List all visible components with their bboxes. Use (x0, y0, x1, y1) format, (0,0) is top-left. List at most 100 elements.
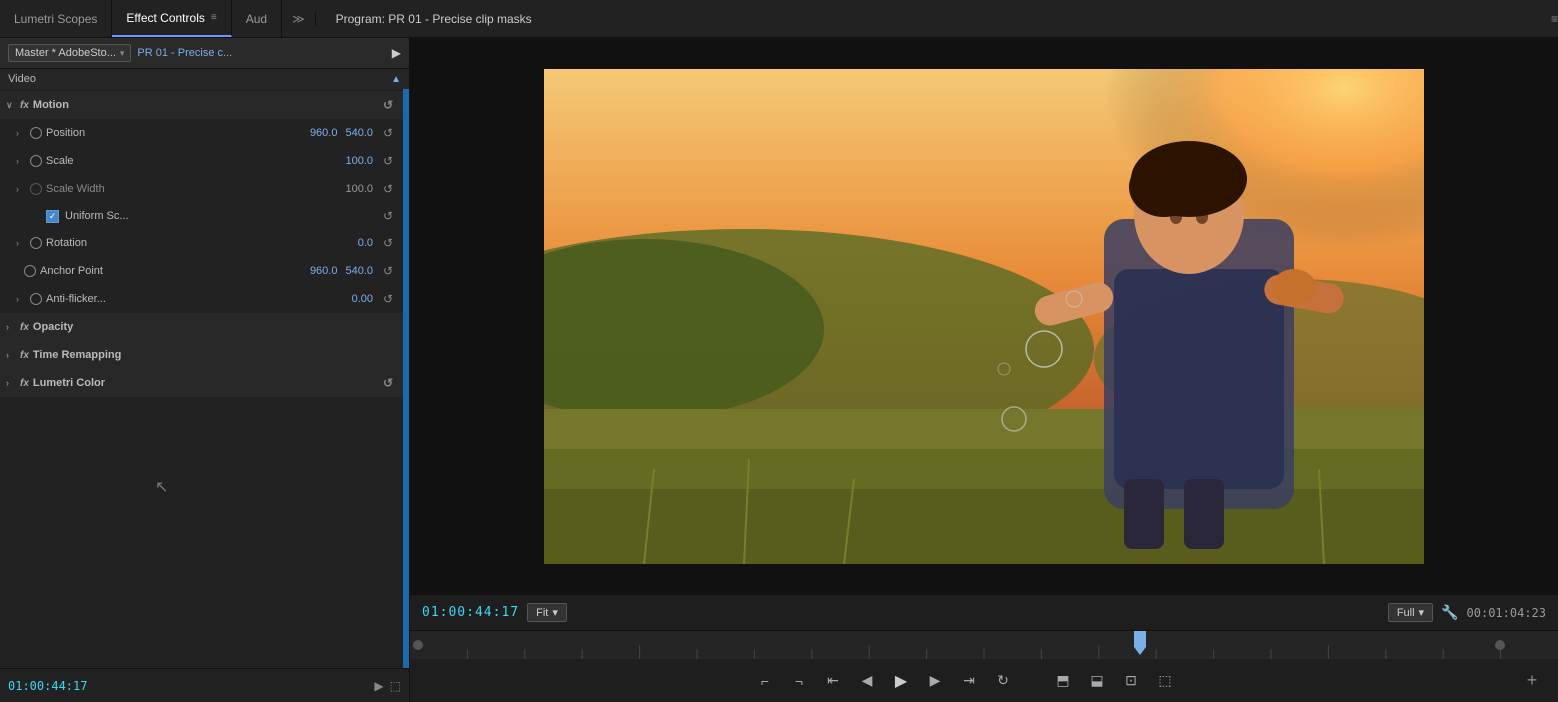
time-remapping-chevron-icon: › (6, 350, 20, 360)
position-label: Position (46, 127, 310, 139)
video-section-collapse[interactable]: ▲ (391, 74, 401, 85)
position-stopwatch-icon[interactable] (30, 127, 42, 139)
export-button[interactable]: ⬚ (1151, 667, 1179, 695)
go-to-in-button[interactable]: ⇤ (819, 667, 847, 695)
scale-width-row: › Scale Width 100.0 ↺ (0, 175, 403, 203)
effects-list: ∨ fx Motion ↺ › Position 960.0 540.0 ↺ (0, 89, 403, 668)
time-remapping-group-header[interactable]: › fx Time Remapping (0, 341, 403, 369)
anti-flicker-value[interactable]: 0.00 (352, 293, 373, 305)
anchor-point-y-value[interactable]: 540.0 (345, 265, 373, 277)
program-monitor-panel: 01:00:44:17 Fit ▾ Full ▾ 🔧 00:01:04:23 (410, 38, 1558, 702)
anchor-point-reset-button[interactable]: ↺ (379, 264, 397, 278)
time-remapping-label: Time Remapping (33, 349, 397, 361)
add-button[interactable]: + (1518, 667, 1546, 695)
anti-flicker-values: 0.00 (352, 293, 373, 305)
anti-flicker-row: › Anti-flicker... 0.00 ↺ (0, 285, 403, 313)
lumetri-color-reset-button[interactable]: ↺ (379, 376, 397, 390)
rotation-stopwatch-icon[interactable] (30, 237, 42, 249)
scale-label: Scale (46, 155, 345, 167)
audio-label: Aud (246, 12, 267, 26)
lumetri-scopes-label: Lumetri Scopes (14, 12, 97, 26)
mark-in-button[interactable]: ⌐ (751, 667, 779, 695)
uniform-scale-row: ✓ Uniform Sc... ↺ (0, 203, 403, 229)
step-forward-button[interactable]: ▶ (921, 667, 949, 695)
master-dropdown[interactable]: Master * AdobeSto... ▾ (8, 44, 131, 62)
uniform-scale-checkbox[interactable]: ✓ (46, 210, 59, 223)
position-values: 960.0 540.0 (310, 127, 373, 139)
tab-expand-button[interactable]: ≫ (282, 12, 315, 26)
left-play-button[interactable]: ▶ (374, 679, 383, 693)
left-export-button[interactable]: ⬚ (390, 679, 401, 693)
resolution-dropdown[interactable]: Full ▾ (1388, 603, 1433, 622)
tab-lumetri-scopes[interactable]: Lumetri Scopes (0, 0, 112, 37)
anchor-point-stopwatch-icon[interactable] (24, 265, 36, 277)
current-timecode[interactable]: 01:00:44:17 (422, 605, 519, 620)
rotation-label: Rotation (46, 237, 358, 249)
effect-controls-panel: Master * AdobeSto... ▾ PR 01 - Precise c… (0, 38, 410, 702)
lumetri-color-group-header[interactable]: › fx Lumetri Color ↺ (0, 369, 403, 397)
resolution-dropdown-arrow: ▾ (1419, 606, 1425, 619)
rotation-chevron-icon[interactable]: › (16, 238, 30, 248)
mark-out-button[interactable]: ¬ (785, 667, 813, 695)
uniform-scale-label: Uniform Sc... (65, 210, 129, 222)
play-stop-button[interactable]: ▶ (887, 667, 915, 695)
scale-width-value[interactable]: 100.0 (345, 183, 373, 195)
tab-effect-controls[interactable]: Effect Controls ≡ (112, 0, 231, 37)
motion-chevron-icon: ∨ (6, 100, 20, 111)
step-back-button[interactable]: ◀ (853, 667, 881, 695)
scale-width-reset-button[interactable]: ↺ (379, 182, 397, 196)
expand-icon: ≫ (292, 12, 305, 26)
scale-value[interactable]: 100.0 (345, 155, 373, 167)
motion-reset-button[interactable]: ↺ (379, 98, 397, 112)
settings-wrench-icon[interactable]: 🔧 (1441, 604, 1458, 621)
effect-controls-label: Effect Controls (126, 11, 204, 25)
panel-play-button[interactable]: ▶ (392, 46, 401, 60)
anti-flicker-chevron-icon[interactable]: › (16, 294, 30, 304)
overwrite-button[interactable]: ⬓ (1083, 667, 1111, 695)
rotation-reset-button[interactable]: ↺ (379, 236, 397, 250)
resolution-label: Full (1397, 607, 1415, 619)
program-monitor-menu-icon[interactable]: ≡ (1551, 12, 1558, 26)
opacity-chevron-icon: › (6, 322, 20, 332)
position-reset-button[interactable]: ↺ (379, 126, 397, 140)
scale-stopwatch-icon[interactable] (30, 155, 42, 167)
scale-values: 100.0 (345, 155, 373, 167)
lumetri-color-label: Lumetri Color (33, 377, 379, 389)
program-monitor-title: Program: PR 01 - Precise clip masks (336, 12, 1551, 26)
anchor-point-x-value[interactable]: 960.0 (310, 265, 338, 277)
scrubber-track[interactable] (410, 631, 1558, 658)
position-chevron-icon[interactable]: › (16, 128, 30, 138)
export-frame-button[interactable]: ⊡ (1117, 667, 1145, 695)
left-panel-timecode: 01:00:44:17 (8, 679, 374, 693)
scale-reset-button[interactable]: ↺ (379, 154, 397, 168)
position-x-value[interactable]: 960.0 (310, 127, 338, 139)
effect-controls-menu-icon[interactable]: ≡ (211, 12, 217, 23)
end-timecode: 00:01:04:23 (1467, 606, 1546, 620)
cursor-indicator: ↖ (155, 477, 168, 497)
opacity-group-header[interactable]: › fx Opacity (0, 313, 403, 341)
anchor-point-values: 960.0 540.0 (310, 265, 373, 277)
rotation-value[interactable]: 0.0 (358, 237, 373, 249)
position-y-value[interactable]: 540.0 (345, 127, 373, 139)
fit-dropdown[interactable]: Fit ▾ (527, 603, 567, 622)
time-remapping-fx-badge: fx (20, 350, 29, 361)
motion-group-header[interactable]: ∨ fx Motion ↺ (0, 91, 403, 119)
scale-chevron-icon[interactable]: › (16, 156, 30, 166)
effects-content: ∨ fx Motion ↺ › Position 960.0 540.0 ↺ (0, 89, 409, 668)
anti-flicker-stopwatch-icon[interactable] (30, 293, 42, 305)
position-row: › Position 960.0 540.0 ↺ (0, 119, 403, 147)
tab-bar: Lumetri Scopes Effect Controls ≡ Aud ≫ P… (0, 0, 1558, 38)
scrubber-area[interactable] (410, 630, 1558, 658)
panel-header: Master * AdobeSto... ▾ PR 01 - Precise c… (0, 38, 409, 69)
insert-button[interactable]: ⬒ (1049, 667, 1077, 695)
scale-width-values: 100.0 (345, 183, 373, 195)
uniform-scale-reset-button[interactable]: ↺ (379, 209, 397, 223)
tab-audio[interactable]: Aud (232, 0, 282, 37)
go-to-out-button[interactable]: ⇥ (955, 667, 983, 695)
anti-flicker-reset-button[interactable]: ↺ (379, 292, 397, 306)
video-image-svg (544, 69, 1424, 564)
scale-width-chevron-icon[interactable]: › (16, 184, 30, 194)
transport-bar: ⌐ ¬ ⇤ ◀ ▶ ▶ ⇥ ↻ ⬒ ⬓ ⊡ ⬚ + (410, 658, 1558, 702)
video-section-label: Video ▲ (0, 69, 409, 89)
loop-button[interactable]: ↻ (989, 667, 1017, 695)
